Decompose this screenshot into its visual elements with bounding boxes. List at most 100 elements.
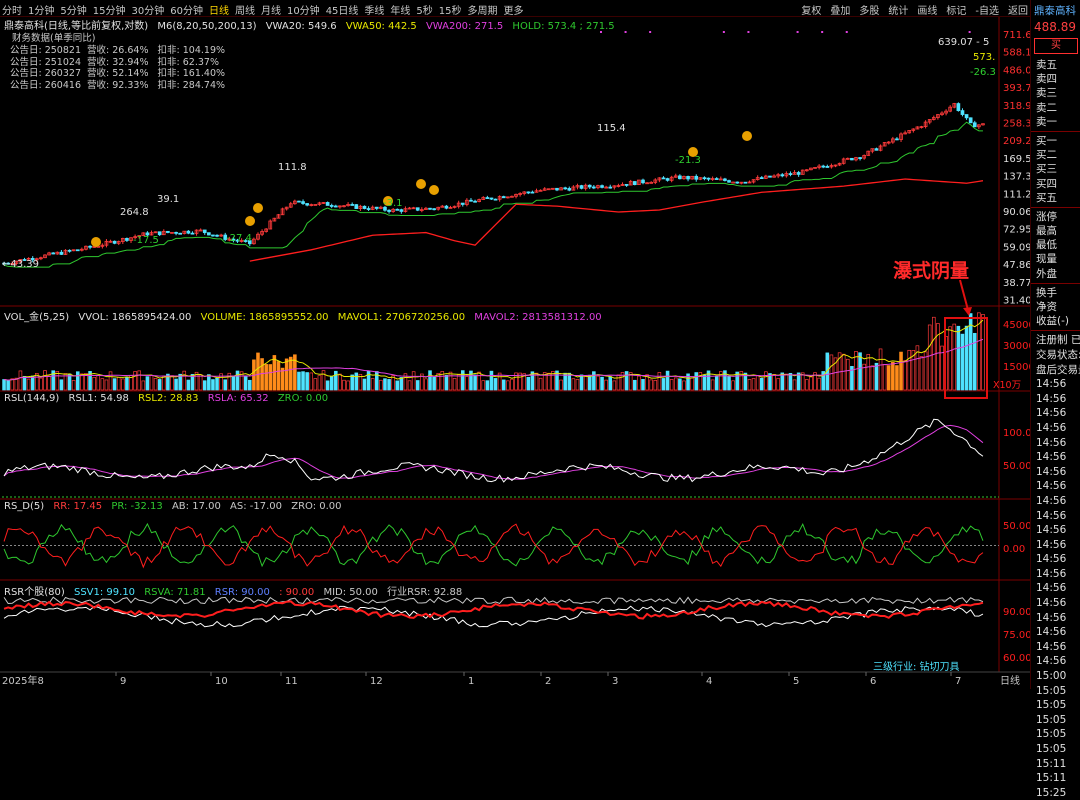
price-label: -27.4 bbox=[226, 233, 252, 244]
candle-body bbox=[673, 175, 678, 178]
toolbar-button[interactable]: 标记 bbox=[946, 2, 966, 17]
volume-bar bbox=[813, 372, 817, 391]
candle-body bbox=[587, 184, 592, 188]
tab-period[interactable]: 30分钟 bbox=[131, 2, 164, 17]
tab-period[interactable]: 1分钟 bbox=[28, 2, 54, 17]
candle-body bbox=[551, 187, 555, 190]
annotation-highlight-box bbox=[944, 317, 988, 399]
trade-time: 15:05 bbox=[1036, 684, 1067, 697]
candle-body bbox=[833, 164, 838, 167]
volume-bar bbox=[735, 371, 739, 391]
volume-axis-tick: 30000 bbox=[1003, 341, 1030, 352]
buy-button[interactable]: 买 bbox=[1034, 38, 1078, 54]
tab-period[interactable]: 5分钟 bbox=[60, 2, 86, 17]
candle-body bbox=[202, 229, 207, 234]
tab-period[interactable]: 15秒 bbox=[439, 2, 462, 17]
volume-bar bbox=[391, 375, 395, 391]
rsl-panel bbox=[2, 418, 999, 498]
candle-body bbox=[432, 208, 436, 211]
volume-bar bbox=[518, 372, 522, 391]
tab-period[interactable]: 15分钟 bbox=[93, 2, 126, 17]
toolbar-button[interactable]: 画线 bbox=[917, 2, 937, 17]
candle-body bbox=[284, 206, 289, 210]
volume-bar bbox=[207, 374, 211, 391]
volume-bar bbox=[202, 380, 207, 391]
tab-period[interactable]: 日线 bbox=[209, 2, 229, 17]
toolbar-button[interactable]: 复权 bbox=[801, 2, 821, 17]
candle-body bbox=[534, 190, 539, 193]
volume-bar bbox=[137, 370, 141, 391]
toolbar-button[interactable]: 叠加 bbox=[830, 2, 850, 17]
tab-period[interactable]: 10分钟 bbox=[287, 2, 320, 17]
volume-bar bbox=[886, 365, 891, 391]
candle-body bbox=[456, 202, 461, 207]
tab-period[interactable]: 更多 bbox=[504, 2, 524, 17]
candle-body bbox=[911, 128, 916, 131]
candle-body bbox=[51, 252, 56, 255]
candle-body bbox=[878, 145, 883, 151]
price-label: -17.5 bbox=[133, 235, 159, 246]
tab-period[interactable]: 周线 bbox=[235, 2, 255, 17]
candle-body bbox=[931, 117, 936, 120]
volume-bar bbox=[542, 372, 547, 391]
vwa20-value: VWA20: 549.6 bbox=[265, 21, 337, 32]
candle-body bbox=[317, 202, 322, 205]
tab-period[interactable]: 60分钟 bbox=[170, 2, 203, 17]
candle-body bbox=[944, 110, 948, 114]
zro-value: ZRO: 0.00 bbox=[277, 393, 329, 404]
order-book-row: 买三 bbox=[1036, 163, 1057, 176]
sidebar-divider bbox=[1031, 282, 1080, 284]
price-axis-tick: 209.2 bbox=[1003, 136, 1030, 147]
rsr-axis-tick: 90.00 bbox=[1003, 607, 1030, 618]
candle-body bbox=[501, 196, 506, 199]
rsr-axis-tick: 60.00 bbox=[1003, 653, 1030, 664]
candle-body bbox=[813, 167, 817, 169]
candle-body bbox=[907, 130, 912, 134]
volume-bar bbox=[891, 361, 895, 391]
volume-bar bbox=[743, 372, 748, 391]
tab-period[interactable]: 季线 bbox=[364, 2, 384, 17]
volume-bar bbox=[125, 377, 129, 391]
candle-body bbox=[780, 174, 785, 177]
candle-body bbox=[104, 240, 109, 246]
volume-bar bbox=[858, 352, 862, 391]
tab-period[interactable]: 年线 bbox=[390, 2, 410, 17]
toolbar-button[interactable]: 返回 bbox=[1008, 2, 1028, 17]
candle-body bbox=[936, 114, 940, 118]
tab-period[interactable]: 5秒 bbox=[416, 2, 432, 17]
candle-body bbox=[174, 231, 178, 234]
tab-period[interactable]: 45日线 bbox=[326, 2, 359, 17]
price-axis-tick: 90.06 bbox=[1003, 207, 1030, 218]
order-book-row: 卖三 bbox=[1036, 87, 1057, 100]
sidebar-stock-name[interactable]: 鼎泰高科 bbox=[1031, 0, 1080, 18]
candle-body bbox=[817, 165, 821, 168]
volume-bar bbox=[162, 375, 166, 391]
tab-period[interactable]: 多周期 bbox=[468, 2, 498, 17]
order-book-row: 买二 bbox=[1036, 149, 1057, 162]
volume-bar bbox=[383, 378, 387, 391]
toolbar-button[interactable]: 多股 bbox=[859, 2, 879, 17]
tab-period[interactable]: 分时 bbox=[2, 2, 22, 17]
trade-time: 14:56 bbox=[1036, 392, 1067, 405]
trade-time: 14:56 bbox=[1036, 655, 1067, 668]
candle-body bbox=[112, 240, 117, 244]
tab-period[interactable]: 月线 bbox=[261, 2, 281, 17]
price-label: 573. bbox=[973, 52, 995, 63]
volume-bar bbox=[309, 372, 314, 391]
volume-bar bbox=[481, 380, 486, 391]
candle-body bbox=[43, 254, 47, 259]
volume-bar bbox=[276, 361, 281, 391]
trade-time: 15:05 bbox=[1036, 743, 1067, 755]
volume-bar bbox=[366, 370, 371, 391]
candle-body bbox=[772, 175, 776, 178]
volume-bar bbox=[604, 379, 608, 391]
toolbar-button[interactable]: 统计 bbox=[888, 2, 908, 17]
candle-body bbox=[39, 257, 43, 260]
candle-body bbox=[157, 231, 162, 236]
toolbar-button[interactable]: -自选 bbox=[975, 2, 999, 17]
candle-body bbox=[67, 249, 72, 252]
candle-body bbox=[845, 157, 850, 160]
trade-time: 14:56 bbox=[1036, 567, 1067, 580]
volume-bar bbox=[170, 375, 174, 391]
candle-body bbox=[784, 173, 789, 177]
